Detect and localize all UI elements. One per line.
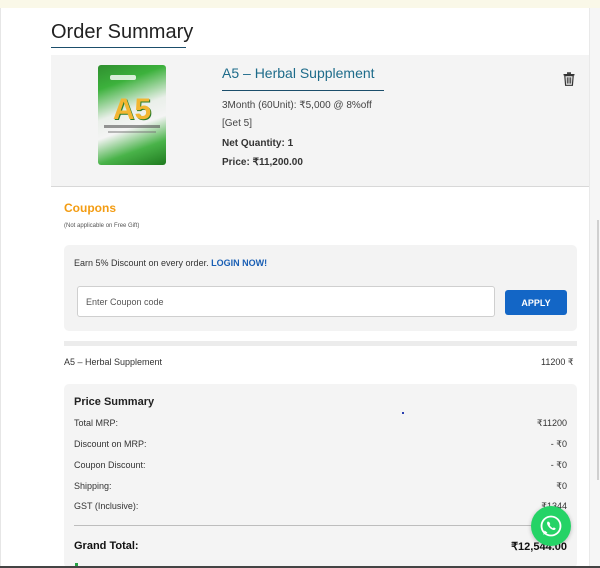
whatsapp-icon [540,515,562,537]
login-now-link[interactable]: LOGIN NOW! [211,258,267,268]
section-separator [64,341,577,346]
product-image-brand [110,75,136,80]
price-row-label: Total MRP: [74,418,119,428]
net-quantity-label: Net Quantity: [222,138,285,149]
price-row-value: ₹0 [556,481,567,491]
product-image-tagline [104,125,160,128]
cart-line-amount: 11200 ₹ [541,357,574,367]
whatsapp-chat-button[interactable] [531,506,571,546]
product-name-link[interactable]: A5 – Herbal Supplement [222,65,375,81]
coupons-note: (Not applicable on Free Gift) [64,223,140,229]
price-summary-box: Price Summary Total MRP: ₹11200 Discount… [64,384,577,568]
price-row-value: - ₹0 [550,460,567,470]
net-quantity-value: 1 [287,138,294,149]
price-row-label: Coupon Discount: [74,460,146,470]
scrollbar[interactable] [597,220,599,480]
title-underline [51,47,186,48]
product-card: A5 A5 – Herbal Supplement 3Month (60Unit… [51,55,589,187]
coupons-heading: Coupons [64,201,116,215]
product-variant: 3Month (60Unit): ₹5,000 @ 8%off [222,100,372,111]
trash-icon [563,72,575,86]
grand-total-label: Grand Total: [74,540,139,552]
earn-discount-text: Earn 5% Discount on every order. LOGIN N… [74,258,267,268]
price-summary-title: Price Summary [74,396,155,408]
delete-item-button[interactable] [563,72,579,88]
price-label: Price: [222,157,250,168]
price-row-label: GST (Inclusive): [74,501,139,511]
product-image[interactable]: A5 [98,65,166,165]
price-value: ₹11,200.00 [252,157,303,168]
top-banner-strip [0,0,600,8]
coupon-code-input[interactable] [77,286,495,317]
page-title: Order Summary [51,21,194,43]
product-offer: [Get 5] [222,118,253,129]
product-image-label: A5 [112,93,152,126]
earn-discount-label: Earn 5% Discount on every order. [74,258,209,268]
coupon-box: Earn 5% Discount on every order. LOGIN N… [64,245,577,331]
cart-line-name: A5 – Herbal Supplement [64,357,163,367]
product-price: Price: ₹11,200.00 [222,157,303,168]
price-row-value: - ₹0 [550,439,567,449]
price-divider [74,525,567,526]
product-image-subtag [108,131,156,133]
apply-coupon-button[interactable]: APPLY [505,290,567,315]
product-name-underline [222,90,384,91]
price-row-label: Shipping: [74,481,112,491]
stray-dot [402,412,404,414]
left-border [0,8,1,568]
bottom-green-mark [75,563,78,566]
price-row-label: Discount on MRP: [74,439,147,449]
price-row-value: ₹11200 [536,418,567,428]
product-net-quantity: Net Quantity: 1 [222,138,293,149]
